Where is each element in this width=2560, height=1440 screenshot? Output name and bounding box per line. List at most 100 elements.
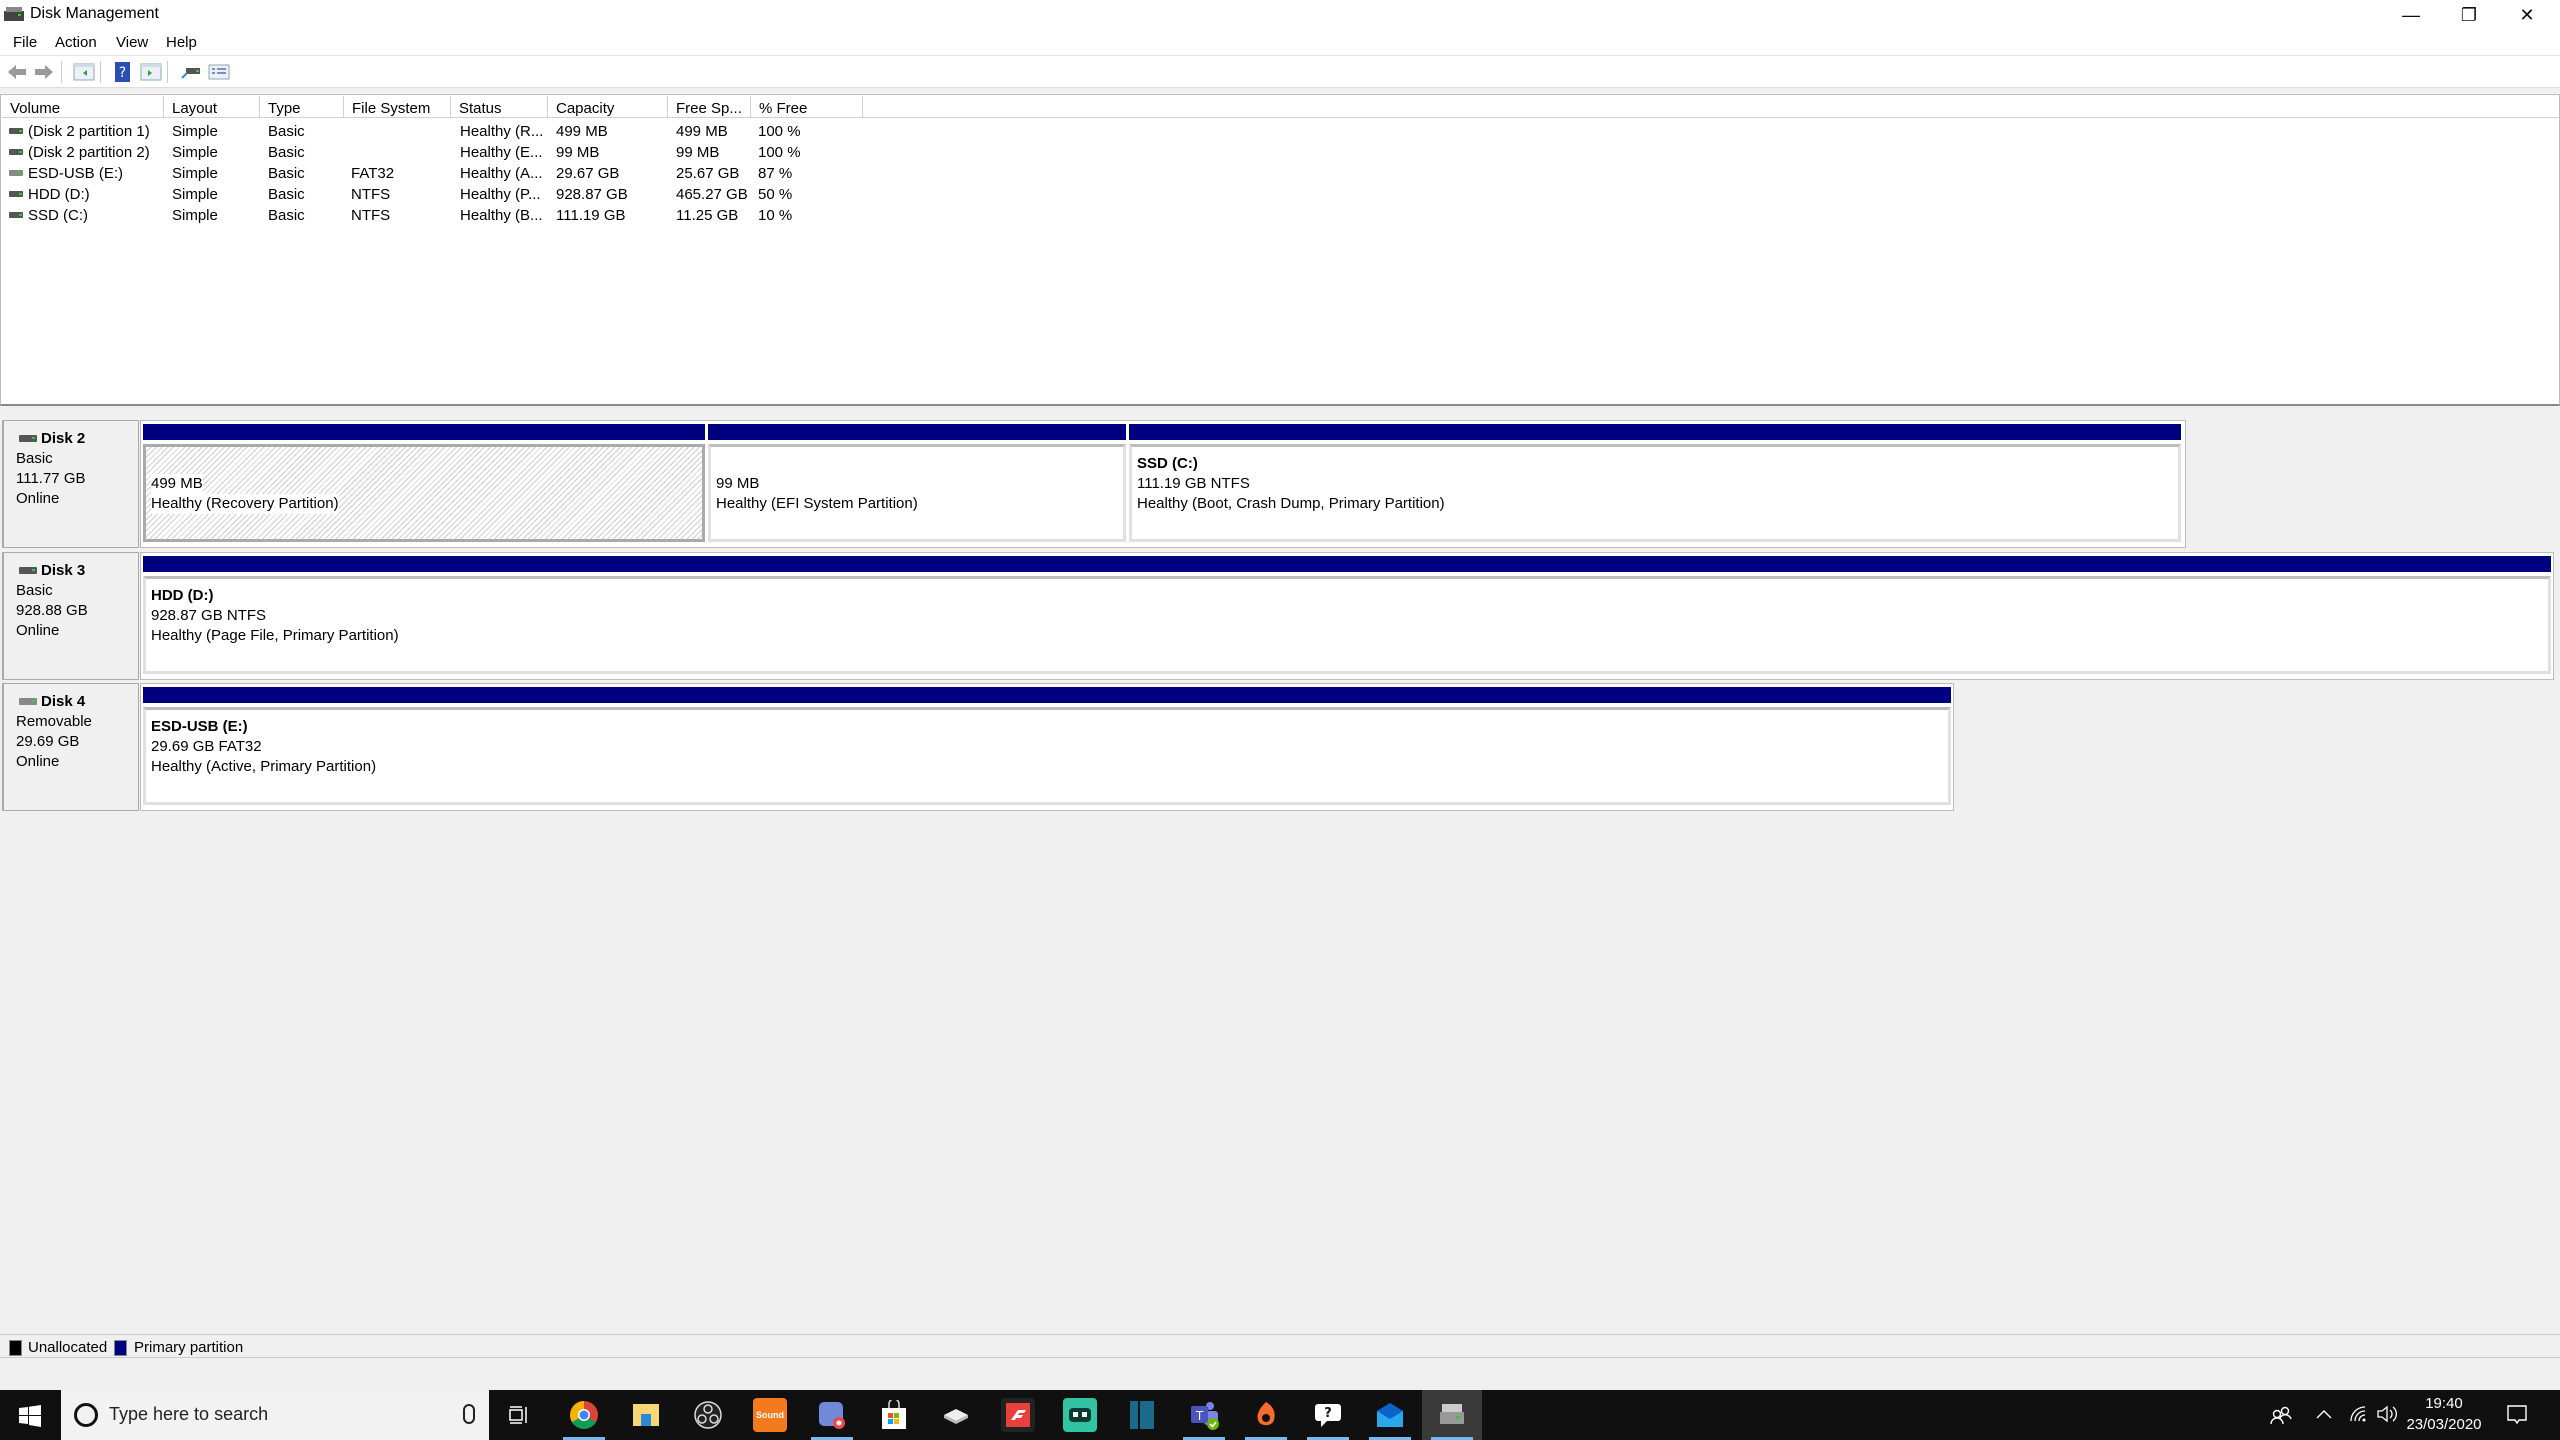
legend-primary-partition: Primary partition [134,1339,244,1356]
column-header-type[interactable]: Type [260,96,344,118]
wifi-icon[interactable] [2349,1390,2371,1440]
properties-icon[interactable] [208,62,230,82]
disk-management-taskbar-button[interactable] [1422,1390,1482,1440]
clock-time: 19:40 [2425,1395,2463,1412]
volume-name: SSD (C:) [28,207,88,224]
removable-disk-icon [19,698,37,705]
disk-view: Disk 2 Basic 111.77 GB Online 499 MB Hea… [0,408,2560,1368]
discord-icon[interactable] [815,1398,849,1432]
forza-icon[interactable] [1001,1398,1035,1432]
task-view-icon[interactable] [502,1398,536,1432]
volume-row[interactable]: (Disk 2 partition 1) Simple Basic Health… [1,121,2559,142]
partition-size: 499 MB [151,474,203,494]
close-icon: ✕ [2519,4,2535,25]
origin-icon[interactable] [1249,1398,1283,1432]
sound-blaster-icon[interactable]: Sound [753,1398,787,1432]
disk-size: 928.88 GB [16,602,88,619]
volume-name: ESD-USB (E:) [28,165,124,182]
menu-bar: File Action View Help [0,30,2560,56]
volume-capacity: 111.19 GB [556,207,626,224]
obs-studio-icon[interactable] [691,1398,725,1432]
restore-icon: ❐ [2460,4,2478,25]
menu-file[interactable]: File [13,34,37,51]
show-hide-console-tree-icon[interactable] [73,62,95,82]
menu-view[interactable]: View [116,34,148,51]
disk-name: Disk 2 [41,430,86,447]
microsoft-teams-icon[interactable]: T [1187,1398,1221,1432]
search-box[interactable]: Type here to search [61,1390,489,1440]
restore-button[interactable]: ❐ [2440,0,2498,30]
primary-partition-bar [708,424,1126,440]
disk-2-partitions: 499 MB Healthy (Recovery Partition) 99 M… [140,420,2186,548]
primary-partition-swatch [114,1340,127,1356]
back-icon[interactable] [6,62,28,82]
drive-icon [9,149,23,155]
help-icon[interactable]: ? [112,62,134,82]
volume-status: Healthy (B... [460,207,543,224]
drive-app-icon[interactable] [939,1398,973,1432]
show-hidden-icons-chevron[interactable] [2316,1390,2338,1440]
volume-layout: Simple [172,207,218,224]
windows-start-icon[interactable] [19,1405,41,1427]
volume-free: 465.27 GB [676,186,748,203]
microsoft-store-icon[interactable] [877,1398,911,1432]
streamlabs-icon[interactable] [1063,1398,1097,1432]
partition-hdd-d[interactable]: HDD (D:) 928.87 GB NTFS Healthy (Page Fi… [143,556,2551,674]
feedback-hub-icon[interactable]: ? [1311,1398,1345,1432]
disk-kind: Removable [16,713,92,730]
cortana-icon[interactable] [74,1403,98,1427]
chrome-icon[interactable] [567,1398,601,1432]
people-icon[interactable] [2270,1390,2300,1440]
microphone-icon[interactable] [463,1404,475,1424]
volume-row[interactable]: SSD (C:) Simple Basic NTFS Healthy (B...… [1,205,2559,226]
partition-efi[interactable]: 99 MB Healthy (EFI System Partition) [708,424,1126,542]
column-header-free-space[interactable]: Free Sp... [668,96,751,118]
file-explorer-icon[interactable] [629,1398,663,1432]
column-header-file-system[interactable]: File System [344,96,451,118]
menu-help[interactable]: Help [166,34,197,51]
volume-free: 25.67 GB [676,165,740,182]
partition-label: ESD-USB (E:) [151,718,248,735]
primary-partition-bar [143,424,705,440]
volume-type: Basic [268,165,305,182]
primary-partition-bar [143,556,2551,572]
partition-esd-usb-e[interactable]: ESD-USB (E:) 29.69 GB FAT32 Healthy (Act… [143,687,1951,805]
disk-kind: Basic [16,582,53,599]
partition-status: Healthy (Boot, Crash Dump, Primary Parti… [1137,495,1445,512]
column-header-percent-free[interactable]: % Free [751,96,863,118]
partition-label: HDD (D:) [151,587,214,604]
volume-pct-free: 10 % [758,207,793,224]
clock[interactable]: 19:40 23/03/2020 [2404,1390,2484,1440]
menu-action[interactable]: Action [55,34,97,51]
toolbar-separator [61,61,62,83]
panel-app-icon[interactable] [1125,1398,1159,1432]
column-header-status[interactable]: Status [451,96,548,118]
volume-row[interactable]: ESD-USB (E:) Simple Basic FAT32 Healthy … [1,163,2559,184]
volume-status: Healthy (A... [460,165,543,182]
drive-icon [9,170,23,176]
column-header-capacity[interactable]: Capacity [548,96,668,118]
action-center-icon[interactable] [2506,1390,2536,1440]
volume-icon[interactable] [2376,1390,2402,1440]
column-header-filler [863,96,2559,118]
column-header-volume[interactable]: Volume [2,96,164,118]
primary-partition-bar [1129,424,2181,440]
partition-status: Healthy (Page File, Primary Partition) [151,627,399,644]
volume-capacity: 928.87 GB [556,186,628,203]
close-button[interactable]: ✕ [2498,0,2556,30]
disk-2-info[interactable]: Disk 2 Basic 111.77 GB Online [2,420,139,548]
disk-3-info[interactable]: Disk 3 Basic 928.88 GB Online [2,552,139,680]
forward-icon[interactable] [33,62,55,82]
connect-disk-icon[interactable] [180,62,202,82]
volume-row[interactable]: HDD (D:) Simple Basic NTFS Healthy (P...… [1,184,2559,205]
disk-4-info[interactable]: Disk 4 Removable 29.69 GB Online [2,683,139,811]
minimize-button[interactable]: — [2382,0,2440,30]
volume-type: Basic [268,186,305,203]
mail-icon[interactable] [1373,1398,1407,1432]
column-header-layout[interactable]: Layout [164,96,260,118]
volume-row[interactable]: (Disk 2 partition 2) Simple Basic Health… [1,142,2559,163]
partition-ssd-c[interactable]: SSD (C:) 111.19 GB NTFS Healthy (Boot, C… [1129,424,2181,542]
show-hide-action-pane-icon[interactable] [140,62,162,82]
volume-pct-free: 50 % [758,186,793,203]
partition-recovery[interactable]: 499 MB Healthy (Recovery Partition) [143,424,705,542]
